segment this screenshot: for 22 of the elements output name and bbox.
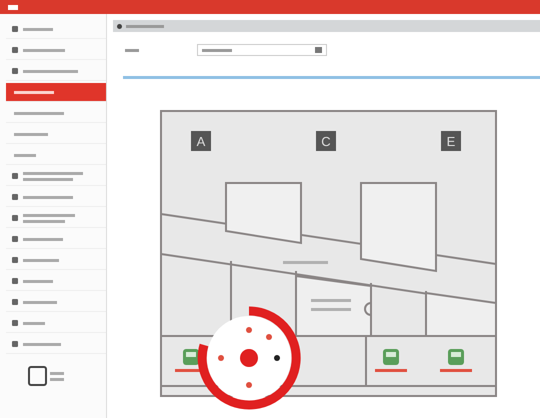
zone-marker: A	[191, 131, 211, 151]
vehicle-icon[interactable]	[183, 349, 199, 365]
blurred-value	[202, 48, 232, 52]
dropdown[interactable]	[197, 44, 327, 56]
vehicle-icon[interactable]	[383, 349, 399, 365]
zone-marker: E	[441, 131, 461, 151]
center-button[interactable]	[240, 349, 258, 367]
logo-icon	[28, 366, 64, 386]
door-icon	[364, 302, 372, 316]
blurred-vehicle-label	[375, 369, 407, 372]
blurred-street-label	[283, 261, 328, 264]
zone-marker: C	[316, 131, 336, 151]
blurred-room-label	[311, 299, 351, 311]
vehicle-icon[interactable]	[448, 349, 464, 365]
blurred-vehicle-label	[440, 369, 472, 372]
blurred-label	[125, 48, 139, 52]
sidebar-item[interactable]	[6, 83, 106, 102]
map-icon	[117, 24, 122, 28]
blurred-title	[126, 24, 164, 28]
caret-icon	[315, 47, 322, 53]
menu-option-icon[interactable]	[274, 355, 280, 361]
menu-icon[interactable]	[8, 4, 18, 10]
